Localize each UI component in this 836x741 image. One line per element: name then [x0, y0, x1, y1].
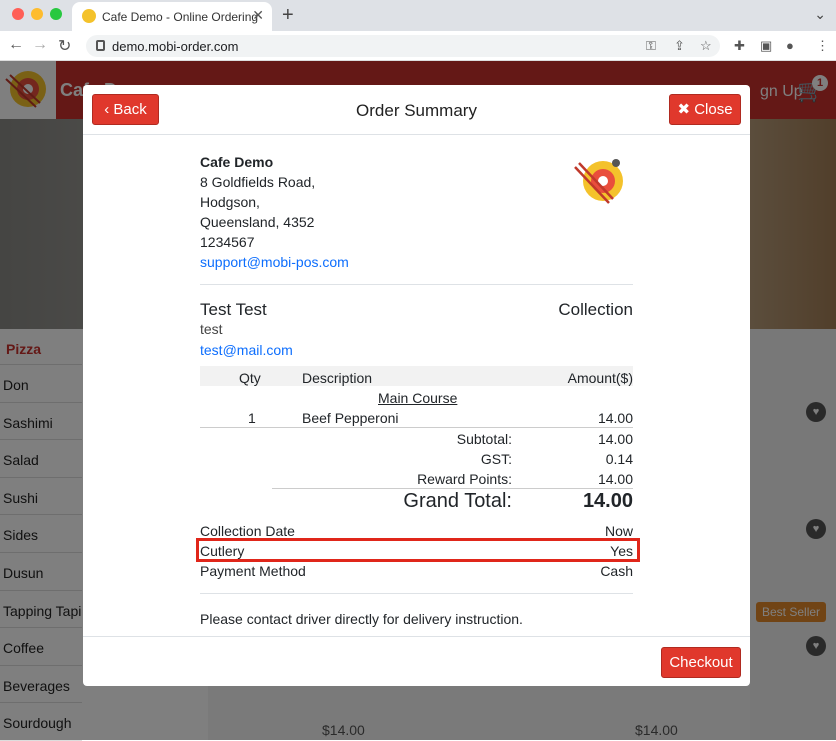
- tab-search-chevron-icon[interactable]: ⌄: [814, 6, 826, 23]
- checkout-button[interactable]: Checkout: [661, 647, 741, 678]
- detail-value: Now: [604, 523, 633, 539]
- profile-icon[interactable]: ●: [786, 38, 794, 53]
- maximize-window-icon[interactable]: [50, 8, 62, 20]
- minimize-window-icon[interactable]: [31, 8, 43, 20]
- forward-nav-icon[interactable]: →: [32, 36, 48, 54]
- bookmark-star-icon[interactable]: ☆: [700, 38, 712, 54]
- modal-header: ‹ Back Order Summary ✖ Close: [83, 85, 750, 135]
- gst-value: 0.14: [605, 451, 633, 467]
- gst-label: GST:: [480, 451, 512, 467]
- back-nav-icon[interactable]: ←: [8, 36, 24, 54]
- delivery-notice: Please contact driver directly for deliv…: [200, 611, 523, 627]
- store-address-line: Queensland, 4352: [200, 214, 315, 230]
- more-menu-icon[interactable]: ⋮: [816, 38, 829, 54]
- sidebar-icon[interactable]: ▣: [760, 38, 772, 54]
- col-header-amount: Amount($): [567, 370, 633, 386]
- detail-value: Cash: [600, 563, 633, 579]
- customer-email-link[interactable]: test@mail.com: [200, 342, 293, 358]
- cutlery-highlight-box: [196, 538, 640, 562]
- order-summary-modal: ‹ Back Order Summary ✖ Close Cafe Demo 8…: [83, 85, 750, 686]
- store-address-line: Hodgson,: [200, 194, 260, 210]
- share-icon[interactable]: ⇪: [674, 38, 685, 54]
- divider: [200, 593, 633, 594]
- reward-points-label: Reward Points:: [417, 471, 512, 487]
- subtotal-label: Subtotal:: [456, 431, 512, 447]
- item-qty: 1: [248, 410, 256, 426]
- modal-footer: Checkout: [83, 636, 750, 686]
- store-name: Cafe Demo: [200, 154, 274, 170]
- col-header-qty: Qty: [239, 370, 261, 386]
- category-title: Main Course: [378, 390, 458, 406]
- address-bar-row: ← → ↻ demo.mobi-order.com ⚿ ⇪ ☆ ✚ ▣ ● ⋮: [0, 31, 836, 61]
- new-tab-icon[interactable]: +: [282, 4, 294, 27]
- reload-icon[interactable]: ↻: [58, 36, 71, 56]
- store-phone: 1234567: [200, 234, 255, 250]
- item-description: Beef Pepperoni: [302, 410, 399, 426]
- modal-title: Order Summary: [356, 101, 477, 120]
- item-amount: 14.00: [597, 410, 633, 426]
- store-logo: [571, 153, 631, 213]
- close-label: Close: [694, 101, 733, 118]
- divider: [200, 284, 633, 285]
- close-x-icon: ✖: [677, 101, 691, 118]
- store-email-link[interactable]: support@mobi-pos.com: [200, 254, 349, 270]
- key-icon[interactable]: ⚿: [646, 38, 656, 54]
- tab-title: Cafe Demo - Online Ordering: [102, 10, 259, 24]
- customer-name: Test Test: [200, 300, 267, 319]
- browser-tab[interactable]: Cafe Demo - Online Ordering ✕: [72, 2, 272, 31]
- browser-tab-bar: Cafe Demo - Online Ordering ✕ + ⌄: [0, 0, 836, 31]
- grand-total-label: Grand Total:: [403, 490, 512, 512]
- extensions-icon[interactable]: ✚: [734, 38, 745, 54]
- detail-label: Payment Method: [200, 563, 306, 579]
- divider: [272, 488, 633, 489]
- close-window-icon[interactable]: [12, 8, 24, 20]
- close-button[interactable]: ✖ Close: [669, 94, 741, 125]
- favicon-icon: [82, 9, 96, 23]
- subtotal-value: 14.00: [597, 431, 633, 447]
- customer-note: test: [200, 321, 223, 337]
- detail-label: Collection Date: [200, 523, 295, 539]
- grand-total-value: 14.00: [582, 490, 633, 512]
- lock-icon: [96, 40, 105, 51]
- order-type: Collection: [558, 300, 633, 319]
- url-text: demo.mobi-order.com: [112, 39, 239, 54]
- reward-points-value: 14.00: [597, 471, 633, 487]
- url-input[interactable]: demo.mobi-order.com: [86, 35, 720, 57]
- close-tab-icon[interactable]: ✕: [252, 7, 264, 24]
- divider: [200, 427, 633, 428]
- col-header-description: Description: [302, 370, 373, 386]
- store-address-line: 8 Goldfields Road,: [200, 174, 316, 190]
